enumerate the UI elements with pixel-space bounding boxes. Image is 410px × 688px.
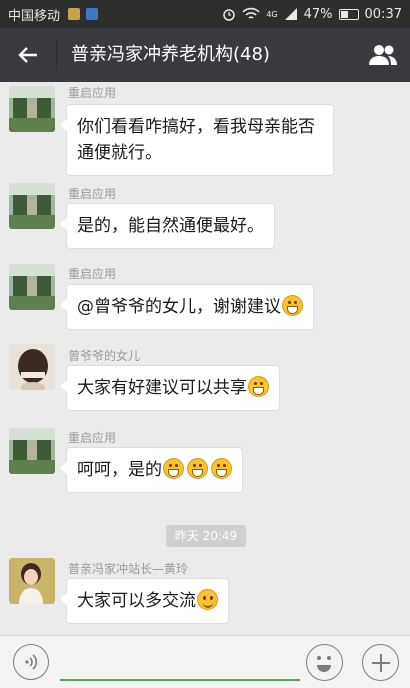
battery-icon: [338, 8, 359, 20]
avatar[interactable]: [9, 558, 55, 604]
avatar[interactable]: [9, 183, 55, 229]
sender-name: 普亲冯家冲站长—黄玲: [68, 562, 189, 576]
group-members-button[interactable]: [356, 28, 410, 82]
carrier-name: 中国移动: [8, 8, 61, 24]
chat-header: 普亲冯家冲养老机构(48): [0, 28, 410, 82]
notification-icon: [68, 8, 81, 20]
voice-wave-icon: [25, 654, 38, 670]
message-input[interactable]: [60, 679, 300, 681]
sender-name: 重启应用: [68, 86, 117, 100]
message-bubble[interactable]: 是的，能自然通便最好。: [60, 203, 275, 249]
grin-emoji-icon: [282, 295, 303, 316]
message-text: 是的，能自然通便最好。: [77, 216, 264, 236]
grin-emoji-icon: [163, 458, 184, 479]
avatar[interactable]: [9, 86, 55, 132]
more-button[interactable]: [362, 644, 399, 681]
plus-icon: [371, 653, 390, 672]
avatar[interactable]: [9, 264, 55, 310]
avatar[interactable]: [9, 428, 55, 474]
message-text: 大家有好建议可以共享: [77, 378, 247, 398]
message-bubble[interactable]: @曾爷爷的女儿，谢谢建议: [60, 284, 314, 330]
grin-emoji-icon: [248, 376, 269, 397]
chat-title: 普亲冯家冲养老机构(48): [56, 40, 270, 70]
message-text: @曾爷爷的女儿，谢谢建议: [77, 297, 281, 317]
grin-emoji-icon: [187, 458, 208, 479]
message-text: 你们看看咋搞好，看我母亲能否通便就行。: [77, 117, 315, 163]
message-text: 大家可以多交流: [77, 591, 196, 611]
alarm-icon: [223, 9, 236, 21]
back-button[interactable]: [0, 28, 56, 82]
clock: 00:37: [364, 6, 402, 22]
avatar[interactable]: [9, 344, 55, 390]
people-icon: [369, 45, 397, 65]
message-bubble[interactable]: 呵呵，是的: [60, 447, 243, 493]
smile-emoji-icon: [197, 589, 218, 610]
grin-emoji-icon: [211, 458, 232, 479]
emoji-button[interactable]: [306, 644, 343, 681]
time-divider: 昨天 20:49: [166, 525, 246, 547]
signal-icon: [284, 8, 297, 20]
battery-percent: 47%: [303, 6, 333, 22]
status-bar: 中国移动 4G 47% 00:37: [0, 0, 410, 28]
sender-name: 重启应用: [68, 431, 117, 445]
message-text: 呵呵，是的: [77, 460, 162, 480]
smiley-icon: [317, 656, 331, 672]
network-type: 4G: [266, 9, 278, 19]
chat-messages[interactable]: 重启应用 你们看看咋搞好，看我母亲能否通便就行。 重启应用 是的，能自然通便最好…: [0, 82, 410, 635]
input-bar: [0, 635, 410, 688]
notification-icon: [86, 8, 99, 20]
voice-input-button[interactable]: [13, 644, 49, 680]
sender-name: 曾爷爷的女儿: [68, 349, 141, 363]
message-bubble[interactable]: 大家有好建议可以共享: [60, 365, 280, 411]
back-arrow-icon: [18, 47, 37, 63]
wifi-icon: [242, 7, 260, 19]
sender-name: 重启应用: [68, 187, 117, 201]
sender-name: 重启应用: [68, 267, 117, 281]
message-bubble[interactable]: 大家可以多交流: [60, 578, 229, 624]
message-bubble[interactable]: 你们看看咋搞好，看我母亲能否通便就行。: [60, 104, 334, 176]
